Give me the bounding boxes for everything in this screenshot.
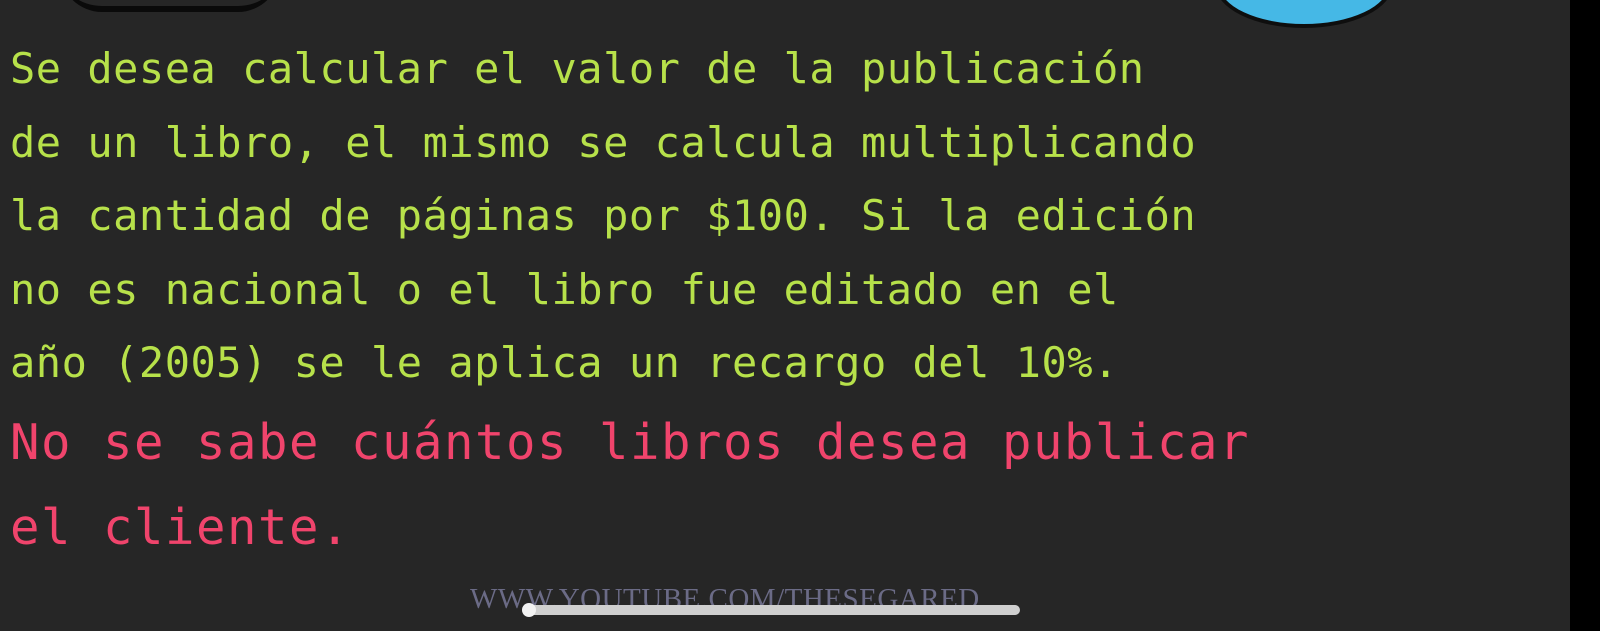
right-edge-bar bbox=[1570, 0, 1600, 631]
problem-line-3: la cantidad de páginas por $100. Si la e… bbox=[10, 191, 1197, 240]
video-progress-knob[interactable] bbox=[522, 603, 536, 617]
problem-line-4: no es nacional o el libro fue editado en… bbox=[10, 264, 1119, 314]
problem-line-2: de un libro, el mismo se calcula multipl… bbox=[10, 117, 1197, 167]
note-line-2: el cliente. bbox=[10, 498, 352, 556]
problem-line-5: año (2005) se le aplica un recargo del 1… bbox=[10, 338, 1119, 387]
decorative-blue-blob bbox=[1215, 0, 1393, 28]
video-progress-bar[interactable] bbox=[528, 605, 1020, 615]
video-frame: Se desea calcular el valor de la publica… bbox=[0, 0, 1570, 631]
decorative-shape bbox=[60, 0, 280, 12]
problem-statement: Se desea calcular el valor de la publica… bbox=[10, 32, 1570, 570]
note-line-1: No se sabe cuántos libros desea publicar bbox=[10, 413, 1251, 471]
problem-line-1: Se desea calcular el valor de la publica… bbox=[10, 44, 1145, 93]
